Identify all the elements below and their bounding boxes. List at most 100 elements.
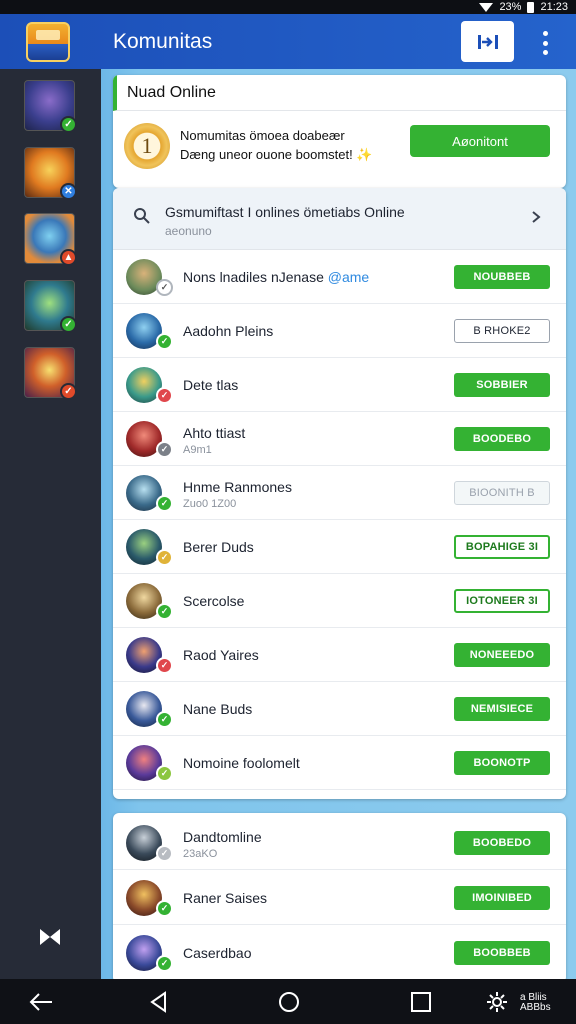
- online-status-icon: ✓: [156, 279, 173, 296]
- friend-row[interactable]: ✓ Nane Buds NEMISIECE: [113, 682, 566, 736]
- friend-name: Berer Duds: [183, 539, 254, 555]
- battery-icon: [527, 1, 535, 13]
- friend-action-button[interactable]: BOPAHIGE 3I: [454, 535, 550, 559]
- friend-row[interactable]: ✓ Raner Saises IMOINIBED: [113, 871, 566, 925]
- friend-row[interactable]: ✓ Scercolse IOTONEER 3I: [113, 574, 566, 628]
- sparkle-icon: ✨: [356, 147, 373, 162]
- now-online-line2: Dæng uneor ouone boomstet! ✨: [180, 147, 373, 162]
- friend-name: Nane Buds: [183, 701, 253, 717]
- online-status-icon: ✓: [156, 900, 173, 917]
- fire-icon: ▲: [60, 249, 77, 266]
- friend-action-button[interactable]: BOODEBO: [454, 427, 550, 451]
- friend-action-button[interactable]: BOONOTP: [454, 751, 550, 775]
- friend-name: Nomoine foolomelt: [183, 755, 300, 771]
- page-title: Komunitas: [113, 30, 213, 53]
- status-bar: 23% 21:23: [0, 0, 576, 14]
- home-circle-icon[interactable]: [276, 990, 302, 1014]
- friend-action-button[interactable]: BOOBEDO: [454, 831, 550, 855]
- sidebar-game-2[interactable]: ✕: [24, 147, 77, 200]
- medal-icon: 1: [124, 123, 170, 169]
- back-triangle-icon[interactable]: [146, 990, 172, 1014]
- friend-row[interactable]: ✓ Caserdbao BOOBBEB: [113, 926, 566, 979]
- friend-subtitle: Zuo0 1Z00: [183, 498, 237, 510]
- friend-name: Nons lnadiles nJenase @ame: [183, 269, 370, 285]
- app-header: Komunitas: [0, 14, 576, 69]
- friend-name: Raod Yaires: [183, 647, 259, 663]
- friend-action-button[interactable]: NOUBBEB: [454, 265, 550, 289]
- check-icon: ✓: [60, 116, 77, 133]
- friend-action-button[interactable]: BOOBBEB: [454, 941, 550, 965]
- search-title: Gsmumiftast I onlines ömetiabs Online: [165, 204, 405, 220]
- friend-name: Dandtomline: [183, 829, 262, 845]
- now-online-line1: Nomumitas ömoea doabeær: [180, 128, 345, 143]
- recents-square-icon[interactable]: [408, 990, 434, 1014]
- sidebar-game-3[interactable]: ▲: [24, 213, 77, 266]
- check-icon: ✓: [60, 316, 77, 333]
- friends-list-card: Gsmumiftast I onlines ömetiabs Online ae…: [113, 188, 566, 799]
- friend-name: Scercolse: [183, 593, 245, 609]
- gear-icon[interactable]: [484, 990, 510, 1014]
- friend-action-button[interactable]: SOBBIER: [454, 373, 550, 397]
- friend-row[interactable]: ✓ Hnme Ranmones Zuo0 1Z00 BIOONITH B: [113, 466, 566, 520]
- collapse-panel-icon: [477, 34, 498, 49]
- friends-list-card-2: ✓ Dandtomline 23aKO BOOBEDO ✓ Raner Saises IMO…: [113, 813, 566, 979]
- now-online-button[interactable]: Aøonitont: [410, 125, 550, 157]
- online-status-icon: ✓: [156, 441, 173, 458]
- online-status-icon: ✓: [156, 495, 173, 512]
- sidebar-game-1[interactable]: ✓: [24, 80, 77, 133]
- friend-row[interactable]: ✓ Dandtomline 23aKO BOOBEDO: [113, 816, 566, 870]
- friend-name: Dete tlas: [183, 377, 239, 393]
- online-status-icon: ✓: [156, 603, 173, 620]
- friend-name: Ahto ttiast: [183, 425, 246, 441]
- friend-action-button[interactable]: NONEEEDO: [454, 643, 550, 667]
- friend-action-button[interactable]: IOTONEER 3I: [454, 589, 550, 613]
- now-online-title: Nuad Online: [113, 75, 566, 111]
- online-status-icon: ✓: [156, 657, 173, 674]
- swords-icon: ✕: [60, 183, 77, 200]
- sidebar-game-5[interactable]: ✓: [24, 347, 77, 400]
- check-icon: ✓: [60, 383, 77, 400]
- now-online-card: Nuad Online 1 Nomumitas ömoea doabeær Dæ…: [113, 75, 566, 188]
- friend-row[interactable]: ✓ Aadohn Pleins B RHOKE2: [113, 304, 566, 358]
- back-arrow-icon[interactable]: [28, 990, 54, 1014]
- friend-action-button[interactable]: BIOONITH B: [454, 481, 550, 505]
- friend-subtitle: 23aKO: [183, 848, 218, 860]
- online-status-icon: ✓: [156, 711, 173, 728]
- friend-row[interactable]: ✓ Nomoine foolomelt BOONOTP: [113, 736, 566, 790]
- sidebar-game-4[interactable]: ✓: [24, 280, 77, 333]
- friend-name: Aadohn Pleins: [183, 323, 274, 339]
- bowtie-icon[interactable]: [39, 928, 61, 946]
- friend-tag[interactable]: @ame: [328, 269, 369, 285]
- friend-row[interactable]: ✓ Berer Duds BOPAHIGE 3I: [113, 520, 566, 574]
- online-status-icon: ✓: [156, 549, 173, 566]
- clock: 21:23: [540, 1, 568, 13]
- online-status-icon: ✓: [156, 333, 173, 350]
- friend-name: Hnme Ranmones: [183, 479, 292, 495]
- battery-level: 23%: [499, 1, 522, 13]
- friend-name: Raner Saises: [183, 890, 268, 906]
- corner-label: a Bliis ABBbs: [520, 992, 551, 1013]
- search-row[interactable]: Gsmumiftast I onlines ömetiabs Online ae…: [113, 188, 566, 250]
- more-options-icon[interactable]: [537, 31, 553, 55]
- app-logo-icon[interactable]: [26, 22, 70, 62]
- friend-action-button[interactable]: NEMISIECE: [454, 697, 550, 721]
- online-status-icon: ✓: [156, 387, 173, 404]
- friend-action-button[interactable]: B RHOKE2: [454, 319, 550, 343]
- friend-row[interactable]: ✓ Raod Yaires NONEEEDO: [113, 628, 566, 682]
- friend-name: Caserdbao: [183, 945, 252, 961]
- games-sidebar: ✓ ✕ ▲ ✓ ✓: [0, 69, 101, 979]
- search-icon: [134, 208, 150, 224]
- friend-row[interactable]: ✓ Ahto ttiast A9m1 BOODEBO: [113, 412, 566, 466]
- online-status-icon: ✓: [156, 765, 173, 782]
- friend-row[interactable]: ✓ Nons lnadiles nJenase @ame NOUBBEB: [113, 250, 566, 304]
- friend-row[interactable]: ✓ Dete tlas SOBBIER: [113, 358, 566, 412]
- system-navbar: a Bliis ABBbs: [0, 979, 576, 1024]
- status-icons: 23% 21:23: [479, 0, 568, 14]
- online-status-icon: ✓: [156, 955, 173, 972]
- chevron-right-icon: [532, 211, 541, 223]
- online-status-icon: ✓: [156, 845, 173, 862]
- friend-action-button[interactable]: IMOINIBED: [454, 886, 550, 910]
- main-content: Nuad Online 1 Nomumitas ömoea doabeær Dæ…: [101, 69, 576, 979]
- search-subtitle: aeonuno: [165, 224, 212, 238]
- header-action-button[interactable]: [461, 21, 514, 62]
